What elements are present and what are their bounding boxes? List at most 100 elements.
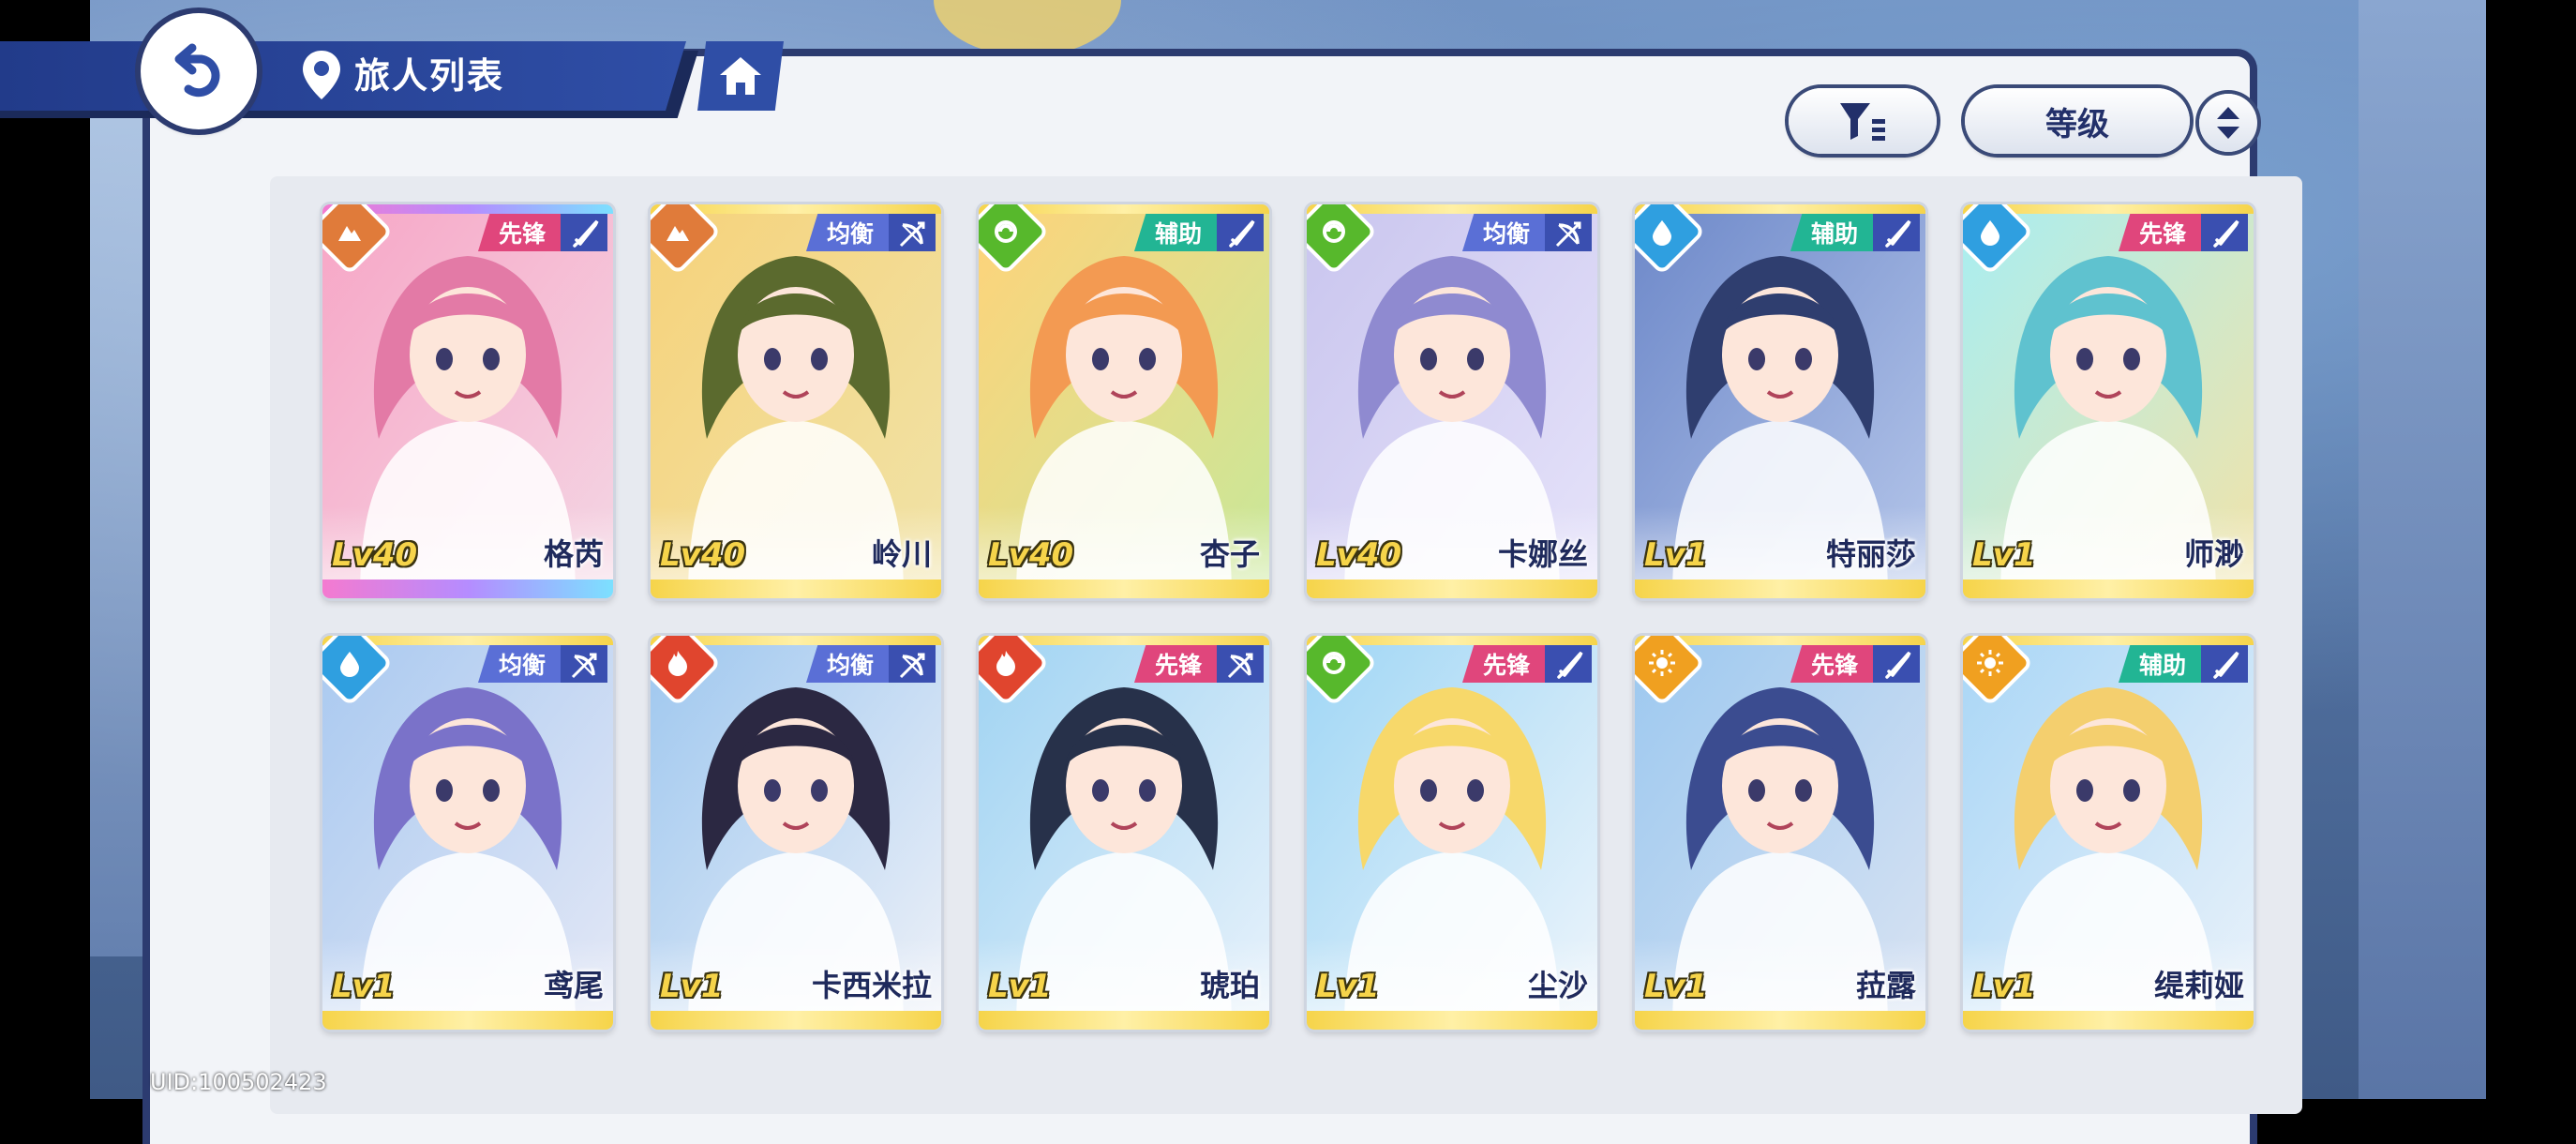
weapon-tag — [561, 645, 607, 683]
rarity-strip-bottom — [979, 1011, 1269, 1030]
character-card[interactable]: 先锋 Lv1 菈露 — [1635, 636, 1925, 1030]
weapon-tag — [1217, 214, 1264, 251]
user-id-label: UID:100502423 — [150, 1069, 327, 1095]
sword-icon — [1229, 219, 1255, 248]
rarity-strip-bottom — [1635, 580, 1925, 598]
water-element-icon — [1653, 220, 1671, 246]
wind-element-icon — [995, 220, 1017, 243]
fire-element-icon — [996, 651, 1015, 676]
character-card[interactable]: 均衡 Lv1 鸢尾 — [322, 636, 613, 1030]
character-level: Lv1 — [1972, 968, 2036, 1005]
character-level: Lv1 — [988, 968, 1052, 1005]
sort-by-dropdown[interactable]: 等级 — [1965, 88, 2190, 154]
sort-order-icon — [2217, 107, 2239, 139]
water-element-icon — [1981, 220, 1999, 246]
character-name: 尘沙 — [1527, 968, 1588, 1003]
home-icon — [720, 57, 761, 95]
character-card[interactable]: 先锋 Lv40 格芮 — [322, 204, 613, 598]
title-bar — [0, 41, 686, 111]
earth-element-icon — [666, 226, 689, 241]
sort-order-button[interactable] — [2199, 94, 2257, 152]
weapon-tag — [889, 645, 936, 683]
character-name: 鸢尾 — [543, 968, 604, 1003]
character-name: 格芮 — [543, 536, 604, 572]
character-name: 特丽莎 — [1825, 536, 1916, 572]
rarity-strip-bottom — [979, 580, 1269, 598]
light-element-icon — [1977, 650, 2003, 676]
bow-icon — [1227, 653, 1253, 679]
weapon-tag — [2201, 645, 2248, 683]
wind-element-icon — [1323, 220, 1345, 243]
character-name: 卡西米拉 — [811, 968, 932, 1003]
sword-icon — [2213, 219, 2239, 248]
character-level: Lv1 — [1644, 968, 1708, 1005]
light-element-icon — [1649, 650, 1675, 676]
character-card[interactable]: 均衡 Lv40 岭川 — [651, 204, 941, 598]
water-element-icon — [340, 652, 359, 677]
role-tag: 均衡 — [1461, 214, 1545, 251]
sword-icon — [573, 219, 599, 248]
rarity-strip-bottom — [1963, 1011, 2254, 1030]
home-button[interactable] — [697, 41, 784, 111]
rarity-strip-bottom — [1307, 580, 1597, 598]
sword-icon — [2213, 651, 2239, 679]
rarity-strip-bottom — [322, 1011, 613, 1030]
role-tag: 均衡 — [805, 645, 889, 683]
role-tag: 先锋 — [1790, 645, 1873, 683]
sword-icon — [1557, 651, 1583, 679]
bow-icon — [571, 653, 597, 679]
character-level: Lv1 — [1972, 536, 2036, 574]
character-name: 岭川 — [871, 536, 932, 572]
rarity-strip-bottom — [651, 1011, 941, 1030]
character-card[interactable]: 先锋 Lv1 琥珀 — [979, 636, 1269, 1030]
filter-button[interactable] — [1789, 88, 1937, 154]
sword-icon — [1885, 219, 1911, 248]
background-wall — [2359, 0, 2486, 1099]
character-level: Lv40 — [660, 536, 746, 574]
character-level: Lv1 — [660, 968, 724, 1005]
role-tag: 均衡 — [805, 214, 889, 251]
bow-icon — [899, 221, 925, 248]
role-tag: 辅助 — [1790, 214, 1873, 251]
filter-icon — [1840, 103, 1885, 141]
role-tag: 先锋 — [477, 214, 561, 251]
location-pin-icon — [303, 51, 340, 99]
page-title: 旅人列表 — [354, 55, 505, 97]
weapon-tag — [1873, 214, 1920, 251]
fire-element-icon — [668, 651, 687, 676]
weapon-tag — [1545, 214, 1592, 251]
weapon-tag — [1873, 645, 1920, 683]
character-card[interactable]: 先锋 Lv1 尘沙 — [1307, 636, 1597, 1030]
role-tag: 均衡 — [477, 645, 561, 683]
character-card[interactable]: 均衡 Lv40 卡娜丝 — [1307, 204, 1597, 598]
character-card[interactable]: 均衡 Lv1 卡西米拉 — [651, 636, 941, 1030]
rarity-strip-bottom — [1635, 1011, 1925, 1030]
weapon-tag — [889, 214, 936, 251]
character-name: 杏子 — [1199, 536, 1260, 572]
character-card[interactable]: 辅助 Lv1 缇莉娅 — [1963, 636, 2254, 1030]
bow-icon — [899, 653, 925, 679]
character-card[interactable]: 辅助 Lv40 杏子 — [979, 204, 1269, 598]
character-card[interactable]: 辅助 Lv1 特丽莎 — [1635, 204, 1925, 598]
bow-icon — [1555, 221, 1581, 248]
background-lamp — [934, 0, 1121, 56]
weapon-tag — [2201, 214, 2248, 251]
weapon-tag — [1217, 645, 1264, 683]
back-arrow-icon — [174, 43, 220, 98]
character-name: 菈露 — [1855, 968, 1916, 1003]
character-card[interactable]: 先锋 Lv1 师渺 — [1963, 204, 2254, 598]
character-name: 师渺 — [2183, 536, 2244, 572]
character-name: 卡娜丝 — [1497, 536, 1588, 572]
weapon-tag — [1545, 645, 1592, 683]
role-tag: 辅助 — [1133, 214, 1217, 251]
weapon-tag — [561, 214, 607, 251]
character-level: Lv1 — [332, 968, 396, 1005]
character-level: Lv40 — [332, 536, 418, 574]
rarity-strip-bottom — [1963, 580, 2254, 598]
rarity-strip-bottom — [322, 580, 613, 598]
character-name: 缇莉娅 — [2153, 968, 2244, 1003]
sword-icon — [1885, 651, 1911, 679]
back-button[interactable] — [141, 13, 257, 129]
character-level: Lv1 — [1644, 536, 1708, 574]
character-level: Lv1 — [1316, 968, 1380, 1005]
